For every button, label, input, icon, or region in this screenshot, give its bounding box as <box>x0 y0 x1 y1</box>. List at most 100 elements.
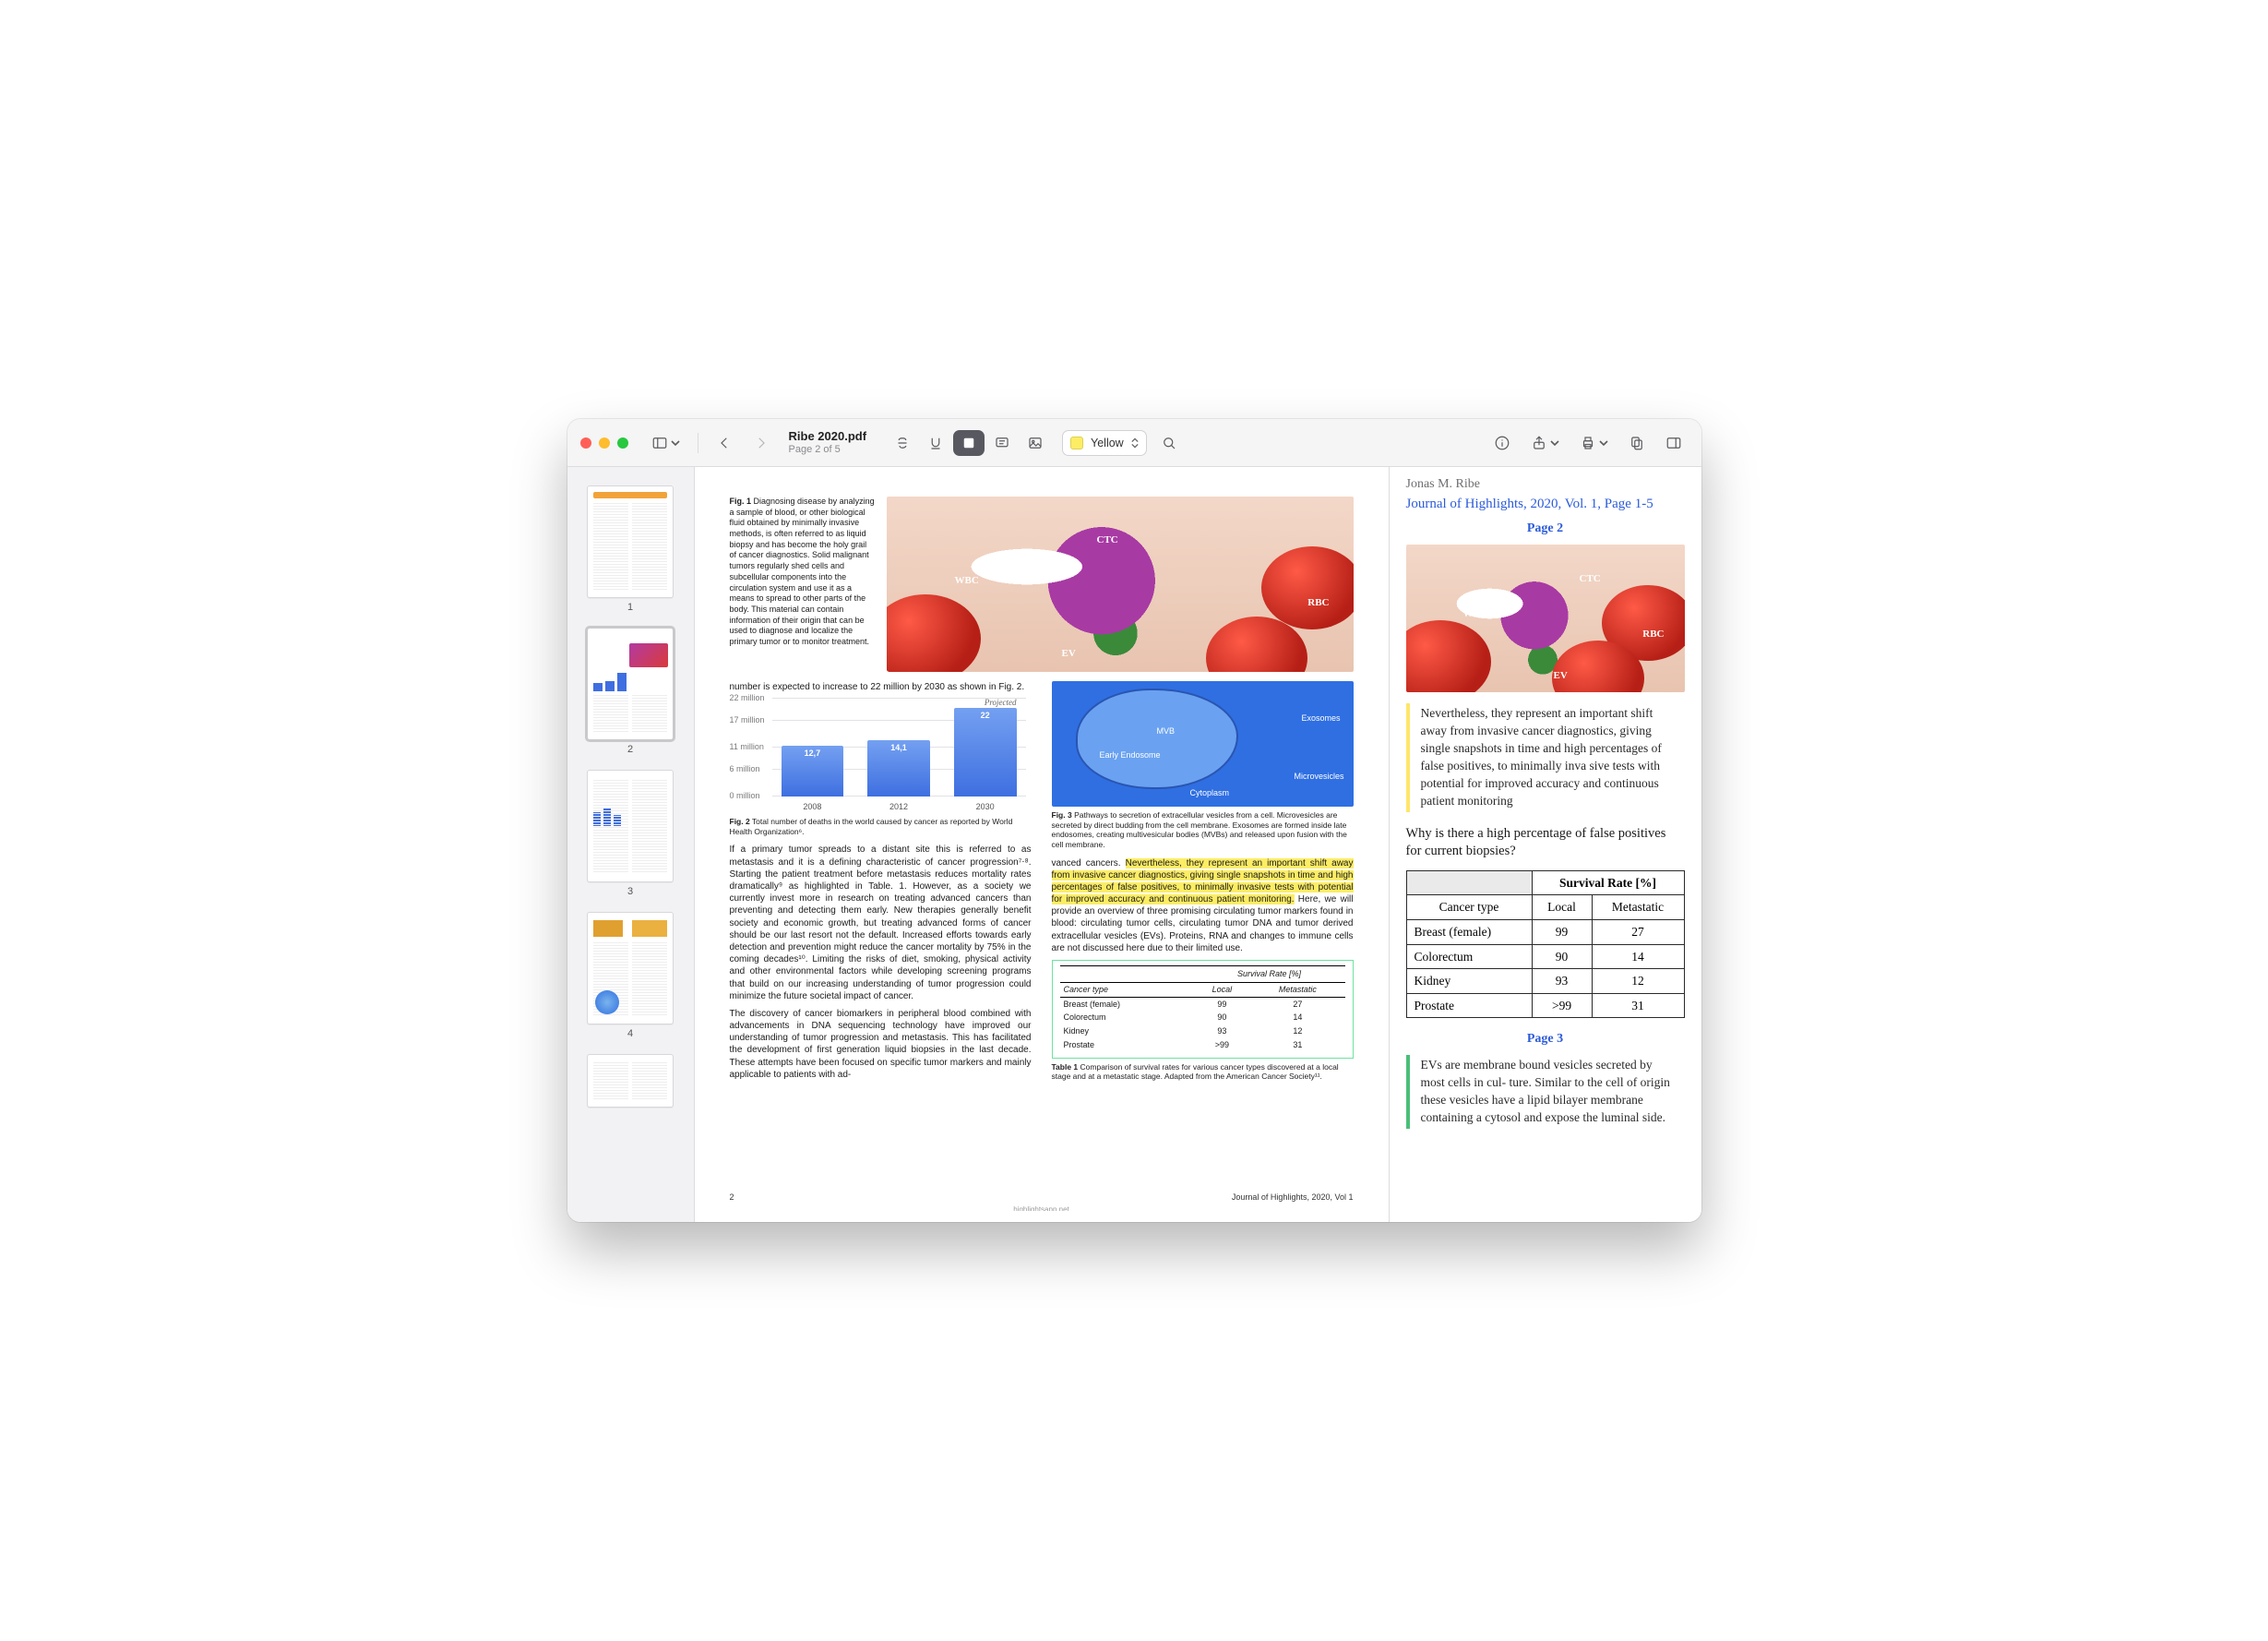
paragraph: The discovery of cancer biomarkers in pe… <box>730 1008 1032 1081</box>
hero-label-wbc: WBC <box>1463 609 1487 619</box>
figure-3: Early Endosome MVB Exosomes Cytoplasm Mi… <box>1052 681 1354 850</box>
printer-icon <box>1580 435 1596 451</box>
journal-link[interactable]: Journal of Highlights, 2020, Vol. 1, Pag… <box>1406 495 1685 513</box>
svg-text:A: A <box>966 438 972 448</box>
notes-survival-table[interactable]: Survival Rate [%] Cancer type Local Meta… <box>1406 870 1685 1018</box>
thumbnail-2[interactable]: 2 <box>587 622 674 761</box>
back-button[interactable] <box>710 430 739 456</box>
highlight-icon: A <box>961 435 977 451</box>
chevron-down-icon <box>1599 438 1608 448</box>
hero-label-ctc: CTC <box>1097 535 1118 545</box>
paragraph: If a primary tumor spreads to a distant … <box>730 844 1032 1001</box>
note-green[interactable]: EVs are membrane bound vesicles secreted… <box>1406 1055 1685 1129</box>
thumbnail-label: 3 <box>627 886 633 897</box>
image-icon <box>1027 435 1044 451</box>
info-button[interactable] <box>1487 430 1517 456</box>
stepper-icon <box>1131 437 1139 449</box>
fig3-label: Exosomes <box>1301 714 1340 723</box>
notes-panel[interactable]: Jonas M. Ribe Journal of Highlights, 202… <box>1389 467 1701 1222</box>
strikethrough-icon <box>894 435 911 451</box>
copy-icon <box>1629 435 1645 451</box>
search-icon <box>1161 435 1177 451</box>
comment-icon <box>994 435 1010 451</box>
user-question[interactable]: Why is there a high percentage of false … <box>1406 825 1685 861</box>
thumbnail-label: 2 <box>627 744 633 755</box>
highlight-button[interactable]: A <box>953 430 985 456</box>
pdf-page: Fig. 1 Diagnosing disease by analyzing a… <box>706 478 1378 1211</box>
share-button[interactable] <box>1524 430 1566 456</box>
figure-1-image: WBC CTC RBC EV <box>887 497 1354 672</box>
copy-button[interactable] <box>1622 430 1652 456</box>
underline-icon <box>927 435 944 451</box>
hero-label-rbc: RBC <box>1307 598 1329 608</box>
highlight-color-label: Yellow <box>1091 437 1124 449</box>
highlight-swatch-icon <box>1070 437 1083 449</box>
page-indicator: Page 2 of 5 <box>789 444 867 456</box>
table-row: Colorectum9014 <box>1406 944 1684 969</box>
fig3-label: Microvesicles <box>1294 773 1343 781</box>
panel-right-icon <box>1665 435 1682 451</box>
table-row: Prostate>9931 <box>1406 993 1684 1018</box>
paragraph-highlighted: vanced cancers. Nevertheless, they repre… <box>1052 857 1354 955</box>
underline-button[interactable] <box>920 430 951 456</box>
close-window-button[interactable] <box>580 437 591 449</box>
strikethrough-button[interactable] <box>887 430 918 456</box>
table-1-highlight[interactable]: Survival Rate [%] Cancer type Local Meta… <box>1052 960 1354 1059</box>
sidebar-icon <box>651 435 668 451</box>
table-row: Prostate>9931 <box>1060 1038 1345 1052</box>
table-row: Kidney9312 <box>1060 1024 1345 1038</box>
page-3-header[interactable]: Page 3 <box>1406 1033 1685 1046</box>
thumbnail-sidebar[interactable]: 1 2 3 <box>567 467 695 1222</box>
page-2-header[interactable]: Page 2 <box>1406 522 1685 535</box>
fig3-label: Early Endosome <box>1100 751 1161 760</box>
table-row: Kidney9312 <box>1406 969 1684 994</box>
app-window: Ribe 2020.pdf Page 2 of 5 A Yellow <box>567 419 1701 1222</box>
table-corner <box>1406 870 1532 895</box>
title-block: Ribe 2020.pdf Page 2 of 5 <box>789 430 867 456</box>
thumbnail-3[interactable]: 3 <box>587 764 674 903</box>
right-pane-toggle-button[interactable] <box>1659 430 1689 456</box>
forward-button[interactable] <box>746 430 776 456</box>
highlight-color-selector[interactable]: Yellow <box>1062 430 1147 456</box>
chevron-down-icon <box>671 438 680 448</box>
notes-image-annotation[interactable]: WBC CTC RBC EV <box>1406 545 1685 692</box>
note-yellow[interactable]: Nevertheless, they represent an importan… <box>1406 703 1685 811</box>
page-footer: 2 Journal of Highlights, 2020, Vol 1 hig… <box>730 1193 1354 1202</box>
table-row: Breast (female)9927 <box>1406 920 1684 945</box>
comment-button[interactable] <box>986 430 1018 456</box>
body: 1 2 3 <box>567 467 1701 1222</box>
fig3-label: Cytoplasm <box>1190 789 1230 797</box>
journal-footer: Journal of Highlights, 2020, Vol 1 <box>1232 1193 1354 1202</box>
fig1-caption: Fig. 1 Diagnosing disease by analyzing a… <box>730 497 876 672</box>
hero-label-wbc: WBC <box>955 576 979 586</box>
thumbnail-1[interactable]: 1 <box>587 480 674 618</box>
article-text: number is expected to increase to 22 mil… <box>706 672 1378 1084</box>
toolbar: Ribe 2020.pdf Page 2 of 5 A Yellow <box>567 419 1701 467</box>
fig3-label: MVB <box>1157 727 1176 736</box>
sidebar-toggle-button[interactable] <box>645 430 686 456</box>
hero-label-ctc: CTC <box>1580 574 1601 584</box>
table-row: Colorectum9014 <box>1060 1011 1345 1024</box>
site-footer: highlightsapp.net <box>730 1206 1354 1211</box>
print-button[interactable] <box>1573 430 1615 456</box>
figure-2-chart: Projected 0 million6 million11 million17… <box>730 699 1032 817</box>
page-number: 2 <box>730 1193 734 1202</box>
thumbnail-5[interactable] <box>587 1048 674 1113</box>
pdf-viewer[interactable]: Fig. 1 Diagnosing disease by analyzing a… <box>695 467 1389 1222</box>
search-button[interactable] <box>1154 430 1184 456</box>
thumbnail-4[interactable]: 4 <box>587 906 674 1045</box>
share-icon <box>1531 435 1547 451</box>
image-button[interactable] <box>1020 430 1051 456</box>
table-row: Breast (female)9927 <box>1060 997 1345 1011</box>
fig3-caption: Fig. 3 Pathways to secretion of extracel… <box>1052 810 1354 850</box>
thumbnail-label: 1 <box>627 602 633 613</box>
minimize-window-button[interactable] <box>599 437 610 449</box>
zoom-window-button[interactable] <box>617 437 628 449</box>
hero-label-ev: EV <box>1062 649 1076 659</box>
figure-2: Projected 0 million6 million11 million17… <box>730 699 1032 836</box>
markup-tools: A <box>887 430 1051 456</box>
chevron-down-icon <box>1550 438 1559 448</box>
chevron-right-icon <box>753 435 770 451</box>
survival-table: Survival Rate [%] Cancer type Local Meta… <box>1060 965 1345 1052</box>
hero-label-rbc: RBC <box>1642 629 1664 640</box>
